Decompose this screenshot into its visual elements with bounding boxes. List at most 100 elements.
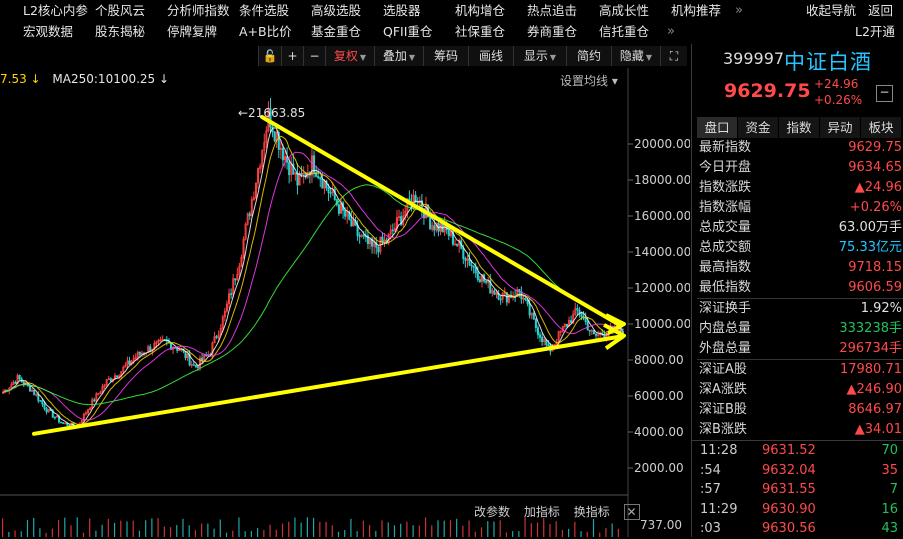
tick-volume: 16 (881, 501, 898, 517)
tick-row: 11:28 9631.52 70 (692, 441, 903, 461)
ma10-line (2, 135, 623, 426)
nav-jijin-zhongcang[interactable]: 基金重仓 (311, 21, 361, 42)
add-indicator-button[interactable]: 加指标 (524, 505, 560, 519)
ma20-line (2, 151, 624, 421)
volume-bar (313, 517, 315, 537)
quote-row: 最新指数 9629.75 (697, 138, 903, 158)
candle-body (532, 312, 535, 320)
back-button[interactable]: 返回 (868, 0, 893, 21)
fullscreen-icon[interactable]: ⛶ (660, 46, 687, 66)
volume-bar (232, 530, 234, 537)
zoom-in-button[interactable]: + (281, 46, 303, 66)
quote-row-label: 深A涨跌 (699, 382, 747, 397)
quote-row-label: 最高指数 (699, 260, 752, 275)
nav-jigou-zengcang[interactable]: 机构增仓 (455, 0, 505, 21)
volume-bar (605, 528, 607, 537)
nav-jigou-tuijian[interactable]: 机构推荐 (671, 0, 721, 21)
nav-shebao-zhongcang[interactable]: 社保重仓 (455, 21, 505, 42)
display-button[interactable]: 显示 ▼ (513, 46, 566, 66)
tab-yidong[interactable]: 异动 (820, 117, 860, 138)
quote-row-label: 总成交量 (699, 220, 752, 235)
nav-qfii-zhongcang[interactable]: QFII重仓 (383, 21, 432, 42)
quote-row-value: 63.00万手 (838, 220, 902, 235)
collapse-nav-button[interactable]: 收起导航 (806, 0, 856, 21)
nav-fenxishi-zhishu[interactable]: 分析师指数 (167, 0, 230, 21)
nav-xintuo-zhongcang[interactable]: 信托重仓 (599, 21, 649, 42)
nav-redian-zhuiji[interactable]: 热点追击 (527, 0, 577, 21)
nav-gao-chengzhang[interactable]: 高成长性 (599, 0, 649, 21)
nav-gudong-jiemi[interactable]: 股东揭秘 (95, 21, 145, 42)
y-tick-label: 8000.00 (634, 353, 684, 367)
candle-body (43, 403, 46, 409)
candle-body (337, 204, 340, 214)
quote-row-label: 最低指数 (699, 280, 752, 295)
candle-body (447, 229, 450, 237)
panel-tabs: 盘口 资金 指数 异动 板块 (697, 117, 903, 138)
quote-row-value: 333238手 (839, 321, 902, 336)
volume-bar (225, 532, 228, 537)
draw-line-button[interactable]: 画线 (468, 46, 513, 66)
nav-xuanguqi[interactable]: 选股器 (383, 0, 421, 21)
hide-button[interactable]: 隐藏 ▼ (611, 46, 660, 66)
volume-bar (599, 532, 601, 537)
volume-bar (617, 528, 619, 537)
tab-bankuai[interactable]: 板块 (861, 117, 901, 138)
volume-bars (2, 517, 619, 537)
chevron-down-icon: ▼ (549, 53, 557, 62)
quote-row: 外盘总量 296734手 (697, 339, 903, 359)
tick-price: 9631.55 (762, 482, 816, 497)
close-icon[interactable]: ✕ (623, 504, 640, 520)
lock-icon[interactable]: 🔓 (258, 46, 281, 66)
fuquan-button[interactable]: 复权 ▼ (325, 46, 374, 66)
volume-bar (518, 531, 520, 537)
y-tick-label: 20000.00 (634, 137, 690, 151)
collapse-panel-button[interactable]: − (876, 85, 893, 102)
volume-bar (107, 518, 109, 537)
nav-tiaojian-xuangu[interactable]: 条件选股 (239, 0, 289, 21)
candle-body (37, 394, 40, 401)
nav-tingpai-fupai[interactable]: 停牌复牌 (167, 21, 217, 42)
volume-bar (145, 520, 147, 537)
fuquan-label: 复权 (333, 49, 358, 63)
quote-row-value: 17980.71 (839, 362, 902, 377)
tab-pankou[interactable]: 盘口 (697, 117, 737, 138)
edit-params-button[interactable]: 改参数 (474, 505, 510, 519)
nav-more-icon-2[interactable]: » (667, 21, 675, 42)
volume-bar (294, 517, 296, 537)
moving-averages (2, 127, 624, 427)
quote-row-value: +0.26% (849, 200, 902, 215)
candle-body (541, 336, 544, 343)
volume-bar (337, 531, 340, 537)
tick-row: :03 9630.56 43 (692, 519, 903, 539)
volume-bar (325, 521, 327, 537)
volume-bar (524, 517, 526, 537)
zoom-out-button[interactable]: − (303, 46, 325, 66)
simple-mode-button[interactable]: 简约 (566, 46, 611, 66)
nav-l2-neican[interactable]: L2核心内参 (23, 0, 88, 21)
nav-quanshang-zhongcang[interactable]: 券商重仓 (527, 21, 577, 42)
l2-open-button[interactable]: L2开通 (855, 21, 895, 42)
nav-gaoji-xuangu[interactable]: 高级选股 (311, 0, 361, 21)
chip-distribution-button[interactable]: 筹码 (423, 46, 468, 66)
volume-bar (400, 523, 402, 537)
tick-row: :57 9631.55 7 (692, 480, 903, 500)
change-indicator-button[interactable]: 换指标 (574, 505, 610, 519)
nav-hongguan-shuju[interactable]: 宏观数据 (23, 21, 73, 42)
nav-gegu-fengyun[interactable]: 个股风云 (95, 0, 145, 21)
tick-volume: 35 (881, 462, 898, 478)
nav-more-icon[interactable]: » (735, 0, 743, 21)
candle-body (524, 298, 527, 301)
quote-panel: 399997 中证白酒 9629.75 +24.96 +0.26% − 盘口 资… (691, 44, 903, 537)
quote-row-value: ▲34.01 (854, 422, 902, 437)
nav-ab-bijia[interactable]: A+B比价 (239, 21, 292, 42)
candle-body (288, 161, 291, 176)
tick-time: :57 (700, 482, 721, 497)
tab-zhishu[interactable]: 指数 (779, 117, 819, 138)
candlestick-chart[interactable]: 20000.00 18000.00 16000.00 14000.00 12000.00… (0, 68, 690, 537)
volume-bar (549, 524, 551, 537)
overlay-button[interactable]: 叠加 ▼ (374, 46, 423, 66)
candle-body (234, 278, 237, 281)
volume-bar (580, 531, 582, 537)
tab-zijin[interactable]: 资金 (738, 117, 778, 138)
volume-bar (356, 531, 358, 537)
